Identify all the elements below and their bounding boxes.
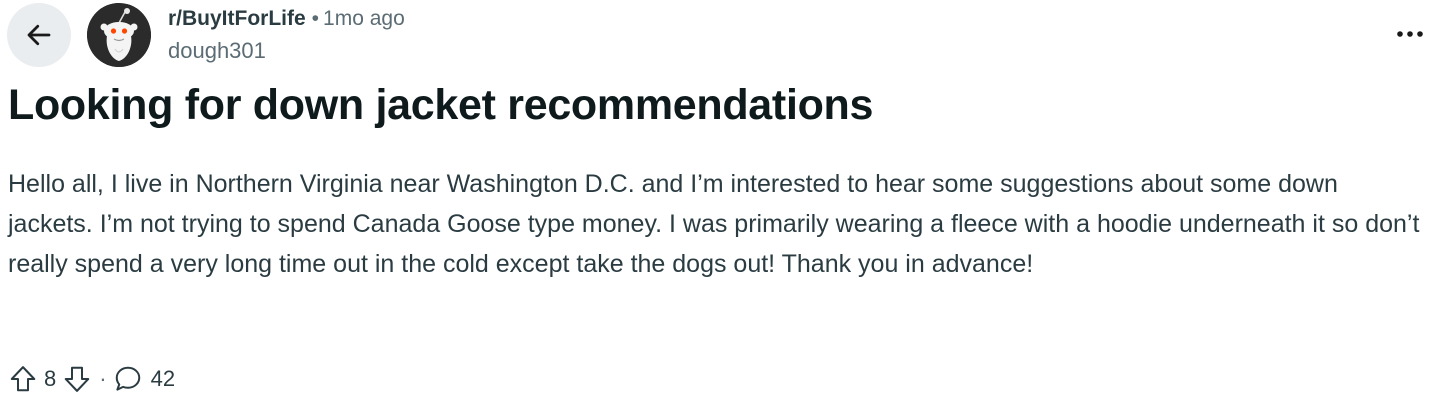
more-horizontal-icon: [1397, 31, 1423, 37]
more-options-button[interactable]: [1388, 16, 1432, 52]
post-title: Looking for down jacket recommendations: [8, 81, 874, 129]
actions-separator: ·: [99, 366, 107, 391]
subreddit-link[interactable]: r/BuyItForLife: [168, 7, 306, 30]
post-meta: r/BuyItForLife • 1mo ago: [168, 6, 405, 32]
post-actions-bar: 8 · 42: [8, 360, 175, 398]
upvote-button[interactable]: [8, 364, 38, 394]
downvote-button[interactable]: [62, 364, 92, 394]
arrow-left-icon: [27, 24, 51, 46]
subreddit-avatar[interactable]: [87, 3, 151, 67]
author-username[interactable]: dough301: [168, 38, 266, 64]
back-button[interactable]: [7, 3, 71, 67]
vote-score: 8: [44, 366, 57, 391]
comment-bubble-icon: [115, 366, 140, 391]
post-time: 1mo ago: [323, 7, 405, 30]
comments-button[interactable]: 42: [113, 364, 175, 394]
snoo-avatar-icon: [87, 3, 151, 67]
comment-count: 42: [150, 366, 176, 391]
arrow-down-icon: [65, 366, 90, 392]
post-body: Hello all, I live in Northern Virginia n…: [8, 170, 1420, 278]
meta-separator: •: [311, 7, 320, 30]
arrow-up-icon: [10, 366, 36, 392]
